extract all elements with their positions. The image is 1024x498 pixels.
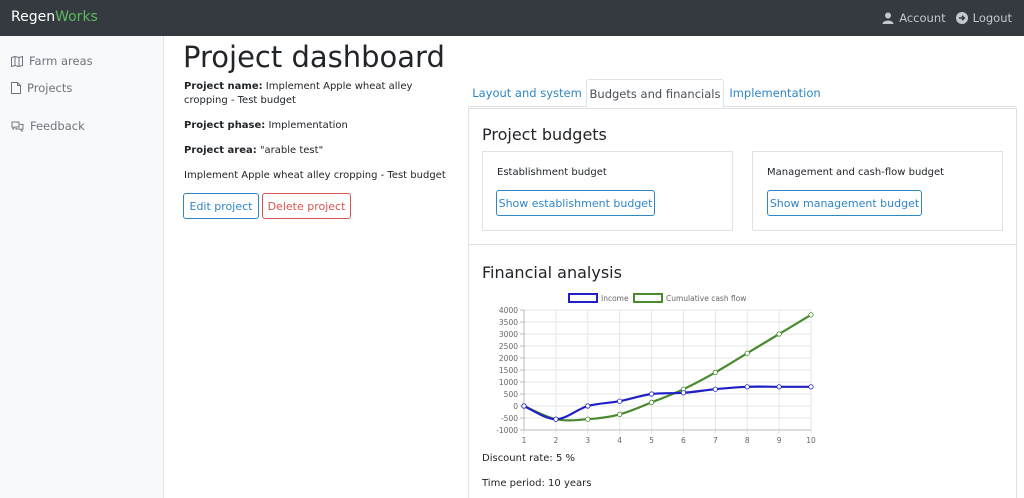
map-icon bbox=[11, 55, 23, 67]
tab-budgets-and-financials[interactable]: Budgets and financials bbox=[586, 79, 724, 108]
legend-swatch bbox=[568, 293, 598, 303]
brand-name-part2: Works bbox=[55, 9, 98, 25]
y-tick-label: 2000 bbox=[499, 354, 518, 363]
data-point bbox=[648, 399, 655, 406]
brand-name-part1: Regen bbox=[11, 9, 56, 25]
management-budget-card: Management and cash-flow budget Show man… bbox=[752, 151, 1003, 231]
account-link[interactable]: Account bbox=[882, 11, 946, 25]
sidebar: Farm areas Projects Feedback bbox=[0, 36, 164, 498]
data-point bbox=[553, 416, 559, 422]
x-tick-label: 1 bbox=[522, 436, 527, 445]
logout-link[interactable]: Logout bbox=[955, 11, 1012, 25]
data-point bbox=[808, 312, 814, 318]
tab-implementation[interactable]: Implementation bbox=[724, 79, 826, 107]
legend-label: Income bbox=[601, 294, 629, 303]
y-tick-label: -1000 bbox=[496, 426, 518, 435]
x-tick-label: 9 bbox=[777, 436, 782, 445]
x-tick-label: 5 bbox=[649, 436, 654, 445]
discount-rate: Discount rate: 5 % bbox=[482, 453, 575, 464]
brand-logo[interactable]: RegenWorks bbox=[11, 9, 98, 25]
y-tick-label: 3500 bbox=[499, 318, 518, 327]
sidebar-item-farm-areas[interactable]: Farm areas bbox=[11, 54, 93, 68]
y-tick-label: 1500 bbox=[499, 366, 518, 375]
legend-swatch bbox=[633, 293, 663, 303]
project-name-info: Project name: Implement Apple wheat alle… bbox=[184, 80, 449, 108]
delete-project-button[interactable]: Delete project bbox=[262, 193, 351, 219]
x-tick-label: 7 bbox=[713, 436, 718, 445]
legend-label: Cumulative cash flow bbox=[666, 294, 746, 303]
data-point bbox=[617, 411, 623, 418]
project-area-info: Project area: "arable test" bbox=[184, 144, 449, 158]
data-point bbox=[744, 384, 750, 390]
comments-icon bbox=[11, 121, 24, 132]
user-icon bbox=[882, 12, 894, 24]
y-tick-label: 1000 bbox=[499, 378, 518, 387]
x-tick-label: 8 bbox=[745, 436, 750, 445]
logout-label: Logout bbox=[972, 11, 1012, 25]
data-point bbox=[617, 398, 623, 404]
data-point bbox=[585, 416, 591, 422]
page-title: Project dashboard bbox=[183, 40, 445, 74]
project-phase-label: Project phase: bbox=[184, 120, 266, 131]
navbar-right: Account Logout bbox=[882, 0, 1012, 36]
project-phase-value: Implementation bbox=[268, 120, 348, 131]
data-point bbox=[585, 403, 591, 409]
show-establishment-budget-button[interactable]: Show establishment budget bbox=[496, 190, 655, 216]
data-point bbox=[712, 386, 718, 392]
logout-icon bbox=[955, 12, 968, 24]
sidebar-item-feedback[interactable]: Feedback bbox=[11, 119, 85, 133]
data-point bbox=[776, 384, 782, 390]
management-budget-label: Management and cash-flow budget bbox=[767, 167, 945, 178]
y-tick-label: 0 bbox=[513, 402, 518, 411]
file-icon bbox=[11, 82, 21, 94]
project-phase-info: Project phase: Implementation bbox=[184, 119, 449, 133]
data-point bbox=[521, 403, 527, 409]
y-tick-label: 2500 bbox=[499, 342, 518, 351]
project-area-value: "arable test" bbox=[259, 145, 324, 156]
data-point bbox=[648, 391, 655, 397]
x-tick-label: 4 bbox=[617, 436, 622, 445]
top-navbar: RegenWorks Account Logout bbox=[0, 0, 1024, 36]
account-label: Account bbox=[899, 11, 946, 25]
series-line-0 bbox=[523, 385, 811, 421]
sidebar-item-label: Feedback bbox=[30, 119, 85, 133]
data-point bbox=[680, 390, 687, 396]
project-tabs: Layout and system Budgets and financials… bbox=[468, 79, 1017, 108]
y-tick-label: 3000 bbox=[499, 330, 518, 339]
project-description: Implement Apple wheat alley cropping - T… bbox=[184, 170, 446, 181]
time-period: Time period: 10 years bbox=[482, 478, 592, 489]
project-name-label: Project name: bbox=[184, 81, 263, 92]
tab-layout-and-system[interactable]: Layout and system bbox=[468, 79, 586, 107]
project-area-label: Project area: bbox=[184, 145, 257, 156]
data-point bbox=[712, 369, 718, 376]
x-tick-label: 10 bbox=[806, 436, 816, 445]
establishment-budget-card: Establishment budget Show establishment … bbox=[482, 151, 733, 231]
financial-analysis-title: Financial analysis bbox=[482, 263, 622, 282]
data-point bbox=[776, 331, 782, 337]
sidebar-item-projects[interactable]: Projects bbox=[11, 81, 72, 95]
x-tick-label: 3 bbox=[585, 436, 590, 445]
sidebar-item-label: Farm areas bbox=[29, 54, 93, 68]
project-budgets-card: Project budgets Establishment budget Sho… bbox=[468, 108, 1017, 245]
y-tick-label: 4000 bbox=[499, 306, 518, 315]
project-budgets-title: Project budgets bbox=[482, 125, 607, 144]
sidebar-item-label: Projects bbox=[27, 81, 73, 95]
x-tick-label: 6 bbox=[681, 436, 686, 445]
establishment-budget-label: Establishment budget bbox=[497, 167, 607, 178]
data-point bbox=[808, 384, 814, 390]
x-tick-label: 2 bbox=[553, 436, 558, 445]
y-tick-label: -500 bbox=[501, 414, 518, 423]
financial-chart: 4000 3500 3000 2500 2000 1500 1000 500 0 -500 -100… bbox=[496, 293, 816, 445]
edit-project-button[interactable]: Edit project bbox=[183, 193, 259, 219]
show-management-budget-button[interactable]: Show management budget bbox=[767, 190, 922, 216]
series-line-1 bbox=[523, 313, 812, 422]
y-tick-label: 500 bbox=[504, 390, 519, 399]
data-point bbox=[744, 350, 750, 356]
